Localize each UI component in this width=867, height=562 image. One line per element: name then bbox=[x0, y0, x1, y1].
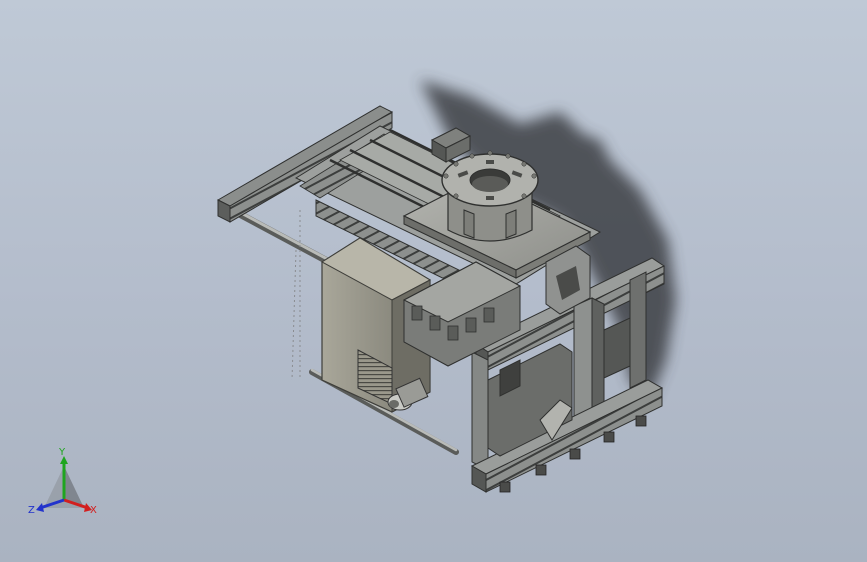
cad-assembly-model[interactable] bbox=[0, 0, 867, 562]
graphics-viewport[interactable]: Y X Z bbox=[0, 0, 867, 562]
servo-motor bbox=[430, 127, 472, 163]
x-axis-label: X bbox=[90, 505, 97, 516]
dashed-cable bbox=[291, 210, 301, 381]
z-axis-label: Z bbox=[28, 505, 35, 516]
rotary-table bbox=[441, 150, 539, 242]
axis-triad: Y X Z bbox=[26, 448, 102, 522]
y-axis-label: Y bbox=[59, 447, 66, 458]
